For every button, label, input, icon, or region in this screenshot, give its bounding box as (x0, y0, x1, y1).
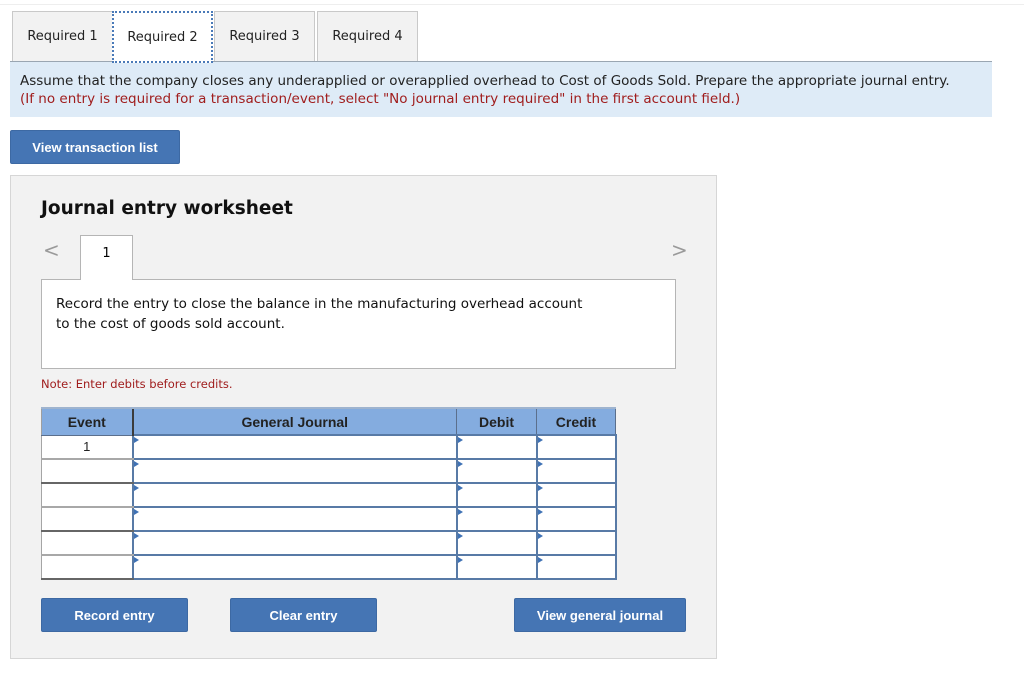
account-dropdown[interactable] (131, 554, 458, 580)
credit-input[interactable] (535, 506, 617, 532)
credit-input[interactable] (535, 482, 617, 508)
worksheet-title: Journal entry worksheet (41, 198, 293, 219)
record-entry-button[interactable]: Record entry (41, 598, 188, 632)
header-credit: Credit (536, 407, 616, 436)
account-dropdown[interactable] (131, 506, 458, 532)
event-cell (41, 507, 133, 532)
credit-input[interactable] (535, 434, 617, 460)
tab-required-1[interactable]: Required 1 (12, 11, 113, 61)
header-event: Event (41, 407, 133, 436)
event-cell (41, 459, 133, 484)
instruction-hint: (If no entry is required for a transacti… (20, 91, 741, 107)
table-row (41, 554, 617, 580)
event-cell (41, 555, 133, 580)
account-dropdown[interactable] (131, 530, 458, 556)
view-transaction-list-button[interactable]: View transaction list (10, 130, 180, 164)
view-general-journal-button[interactable]: View general journal (514, 598, 686, 632)
header-general-journal: General Journal (131, 407, 457, 436)
instruction-box: Assume that the company closes any under… (10, 61, 992, 117)
table-row (41, 506, 617, 532)
debits-note: Note: Enter debits before credits. (41, 377, 233, 391)
journal-table: Event General Journal Debit Credit 1 (41, 407, 617, 580)
debit-input[interactable] (455, 458, 538, 484)
top-divider (0, 4, 1024, 5)
entry-description-line-1: Record the entry to close the balance in… (56, 296, 583, 312)
event-cell (41, 483, 133, 508)
clear-entry-button[interactable]: Clear entry (230, 598, 377, 632)
table-row: 1 (41, 434, 617, 460)
entry-description-line-2: to the cost of goods sold account. (56, 316, 285, 332)
table-row (41, 458, 617, 484)
entry-description: Record the entry to close the balance in… (41, 279, 676, 369)
table-row (41, 530, 617, 556)
header-debit: Debit (456, 407, 537, 436)
account-dropdown[interactable] (131, 434, 458, 460)
table-row (41, 482, 617, 508)
debit-input[interactable] (455, 482, 538, 508)
debit-input[interactable] (455, 530, 538, 556)
credit-input[interactable] (535, 458, 617, 484)
debit-input[interactable] (455, 434, 538, 460)
credit-input[interactable] (535, 554, 617, 580)
event-cell (41, 531, 133, 556)
event-cell: 1 (41, 435, 133, 460)
journal-entry-worksheet: Journal entry worksheet < > 1 Record the… (10, 175, 717, 659)
account-dropdown[interactable] (131, 458, 458, 484)
tab-required-4[interactable]: Required 4 (317, 11, 418, 61)
tab-required-3[interactable]: Required 3 (214, 11, 315, 61)
instruction-text: Assume that the company closes any under… (20, 73, 950, 89)
chevron-right-icon[interactable]: > (671, 238, 688, 262)
tab-required-2[interactable]: Required 2 (112, 11, 213, 63)
credit-input[interactable] (535, 530, 617, 556)
chevron-left-icon[interactable]: < (43, 238, 60, 262)
requirement-tabs: Required 1 Required 2 Required 3 Require… (12, 11, 418, 63)
entry-tab-1[interactable]: 1 (80, 235, 133, 280)
debit-input[interactable] (455, 506, 538, 532)
journal-table-header: Event General Journal Debit Credit (41, 407, 616, 436)
account-dropdown[interactable] (131, 482, 458, 508)
debit-input[interactable] (455, 554, 538, 580)
